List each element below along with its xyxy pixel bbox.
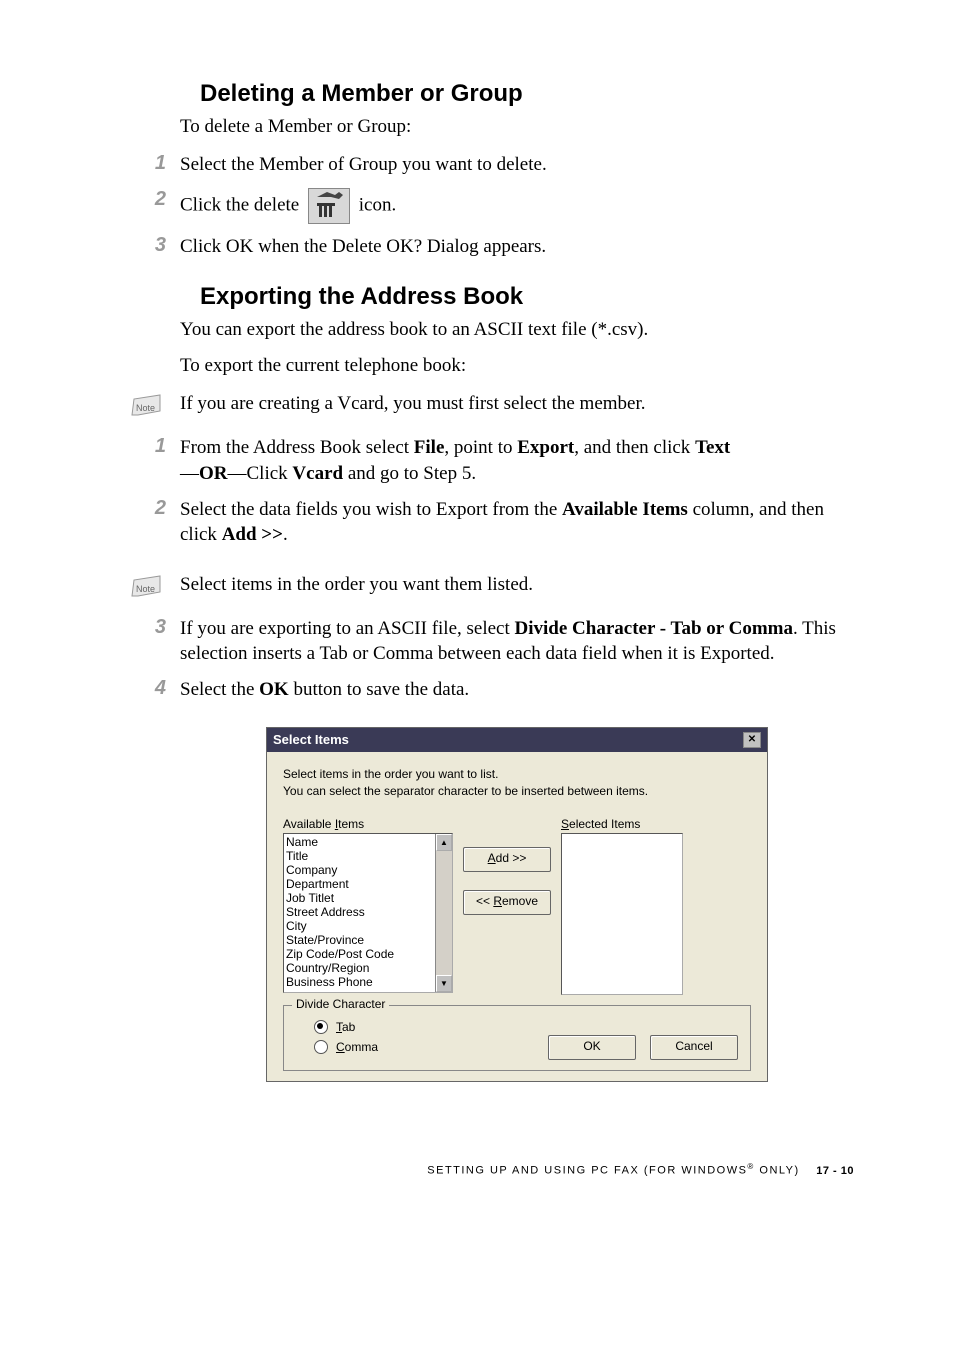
cancel-button[interactable]: Cancel	[650, 1035, 738, 1060]
step-number: 2	[130, 497, 180, 520]
step3-text: Click OK when the Delete OK? Dialog appe…	[180, 234, 854, 260]
divide-character-group: Divide Character Tab Comma	[283, 1005, 751, 1071]
steps-exporting-2: 3 If you are exporting to an ASCII file,…	[130, 616, 854, 703]
step-number: 1	[130, 152, 180, 175]
export-step4: Select the OK button to save the data.	[180, 677, 854, 703]
ok-button[interactable]: OK	[548, 1035, 636, 1060]
list-item[interactable]: City	[286, 919, 450, 933]
scroll-up-icon[interactable]: ▲	[436, 834, 452, 851]
remove-button[interactable]: << Remove	[463, 890, 551, 915]
steps-deleting: 1 Select the Member of Group you want to…	[130, 152, 854, 259]
list-item[interactable]: Street Address	[286, 905, 450, 919]
close-icon[interactable]: ✕	[743, 732, 761, 748]
step-number: 4	[130, 677, 180, 700]
radio-tab[interactable]	[314, 1020, 328, 1034]
step-number: 3	[130, 616, 180, 639]
add-button[interactable]: Add >>	[463, 847, 551, 872]
list-item[interactable]: Company	[286, 863, 450, 877]
heading-exporting: Exporting the Address Book	[200, 283, 854, 311]
list-item[interactable]: Department	[286, 877, 450, 891]
svg-text:Note: Note	[136, 403, 155, 413]
scroll-down-icon[interactable]: ▼	[436, 975, 452, 992]
list-item[interactable]: Job Titlet	[286, 891, 450, 905]
step-number: 1	[130, 435, 180, 458]
intro-export-1: You can export the address book to an AS…	[180, 319, 854, 341]
list-item[interactable]: State/Province	[286, 933, 450, 947]
radio-comma-label: Comma	[336, 1040, 378, 1054]
selected-items-label: Selected Items	[561, 817, 683, 831]
scrollbar[interactable]: ▲ ▼	[435, 834, 452, 992]
dialog-title: Select Items	[273, 732, 349, 747]
radio-tab-label: Tab	[336, 1020, 355, 1034]
intro-deleting: To delete a Member or Group:	[180, 116, 854, 138]
intro-export-2: To export the current telephone book:	[180, 355, 854, 377]
step2-suffix: icon.	[359, 194, 396, 215]
step-number: 2	[130, 188, 180, 211]
heading-deleting: Deleting a Member or Group	[200, 80, 854, 108]
selected-items-listbox[interactable]	[561, 833, 683, 995]
note2-text: Select items in the order you want them …	[180, 572, 533, 598]
step2-text: Click the delete icon.	[180, 188, 854, 224]
export-step1: From the Address Book select File, point…	[180, 435, 854, 486]
list-item[interactable]: Zip Code/Post Code	[286, 947, 450, 961]
list-item[interactable]: Business Phone	[286, 975, 450, 989]
note-icon: Note	[130, 391, 164, 419]
step-number: 3	[130, 234, 180, 257]
page-number: 17 - 10	[816, 1165, 854, 1177]
svg-text:Note: Note	[136, 584, 155, 594]
available-items-listbox[interactable]: Name Title Company Department Job Titlet…	[283, 833, 453, 993]
dialog-instructions: Select items in the order you want to li…	[283, 766, 751, 800]
list-item[interactable]: Country/Region	[286, 961, 450, 975]
radio-comma[interactable]	[314, 1040, 328, 1054]
export-step3: If you are exporting to an ASCII file, s…	[180, 616, 854, 667]
note-icon: Note	[130, 572, 164, 600]
dialog-titlebar: Select Items ✕	[267, 728, 767, 752]
available-items-label: Available Items	[283, 817, 453, 831]
list-item[interactable]: Name	[286, 835, 450, 849]
steps-exporting-1: 1 From the Address Book select File, poi…	[130, 435, 854, 548]
page-footer: SETTING UP AND USING PC FAX (FOR WINDOWS…	[130, 1162, 854, 1177]
list-item[interactable]: Title	[286, 849, 450, 863]
note1-text: If you are creating a Vcard, you must fi…	[180, 391, 646, 417]
export-step2: Select the data fields you wish to Expor…	[180, 497, 854, 548]
divide-character-legend: Divide Character	[292, 997, 389, 1011]
step2-prefix: Click the delete	[180, 194, 304, 215]
delete-icon	[308, 188, 350, 224]
select-items-dialog: Select Items ✕ Select items in the order…	[266, 727, 768, 1083]
step1-text: Select the Member of Group you want to d…	[180, 152, 854, 178]
